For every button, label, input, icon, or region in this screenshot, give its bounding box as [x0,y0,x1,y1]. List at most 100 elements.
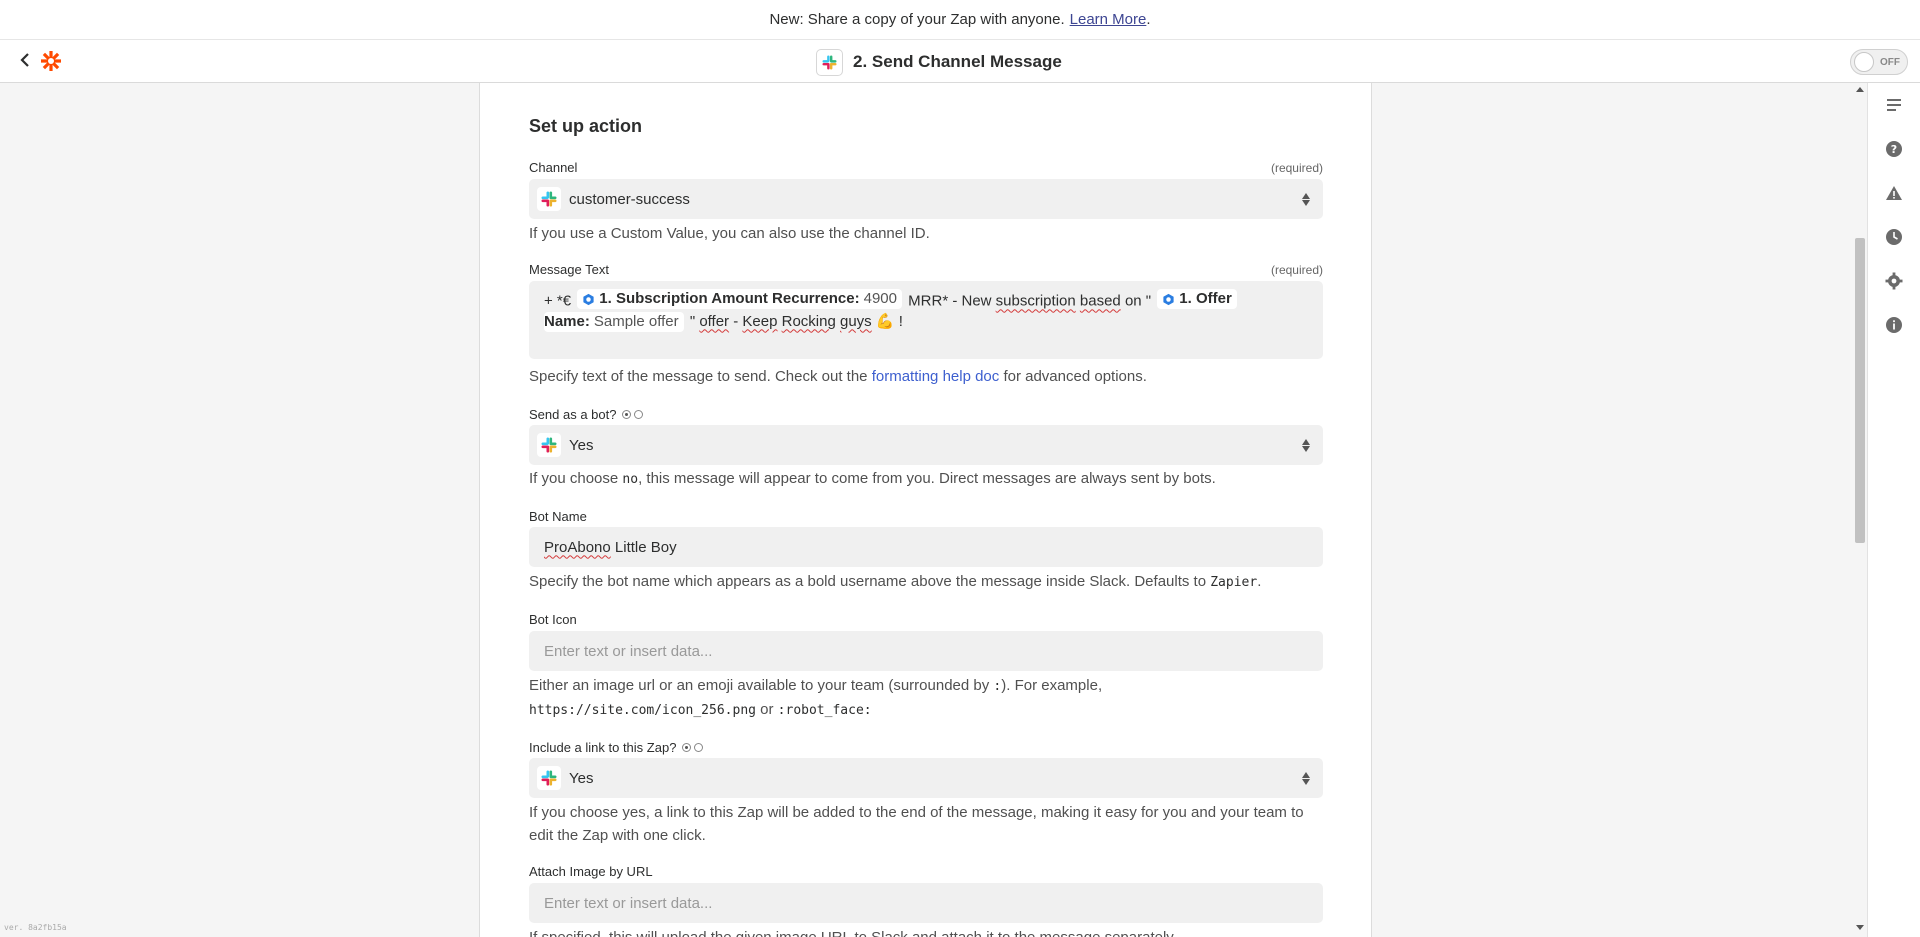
bot-name-value: Little Boy [614,538,677,556]
bot-icon-label-text: Bot Icon [529,612,577,627]
notes-icon[interactable] [1882,93,1906,117]
attach-image-input[interactable]: Enter text or insert data... [529,883,1323,923]
bot-name-label-text: Bot Name [529,509,587,524]
data-pill-offer-name[interactable]: 1. Offer [1157,289,1237,309]
warning-icon[interactable] [1882,181,1906,205]
bot-icon-label: Bot Icon [529,612,577,627]
message-text-prefix: + *€ [544,292,572,310]
boolean-radio-icon[interactable] [682,743,704,752]
data-pill-subscription-amount[interactable]: 1. Subscription Amount Recurrence: 4900 [577,289,902,309]
formatting-help-link[interactable]: formatting help doc [872,368,1000,385]
send-as-bot-select[interactable]: Yes [529,425,1323,465]
back-chevron-icon[interactable] [20,52,34,70]
message-text-word: offer [699,312,730,330]
message-text-label: Message Text [529,262,609,277]
pill1-value: 4900 [863,290,897,307]
send-as-bot-help: If you choose no, this message will appe… [529,467,1323,491]
message-text-input[interactable]: + *€ 1. Subscription Amount Recurrence: … [529,281,1323,359]
step-title-text: 2. Send Channel Message [853,52,1062,71]
step-title: 2. Send Channel Message [816,48,1062,76]
toggle-label: OFF [1880,56,1900,68]
help-text: Either an image url or an emoji availabl… [529,677,990,694]
required-tag: (required) [1270,161,1323,175]
version-label: ver. 8a2fb15a [4,923,67,932]
help-text: , this message will appear to come from … [638,470,1216,487]
boolean-radio-icon[interactable] [622,410,644,419]
bot-icon-help: Either an image url or an emoji availabl… [529,674,1323,722]
bot-name-label: Bot Name [529,509,587,524]
message-text-word: based [1079,292,1121,310]
help-code: :robot_face: [777,703,872,718]
right-sidebar: ? [1867,83,1920,937]
help-text: or [760,701,774,718]
bot-icon-input[interactable]: Enter text or insert data... [529,631,1323,671]
data-source-icon [583,293,594,305]
top-bar: 2. Send Channel Message OFF [0,40,1920,83]
scroll-up-arrow-icon[interactable] [1856,87,1864,92]
message-text-label-text: Message Text [529,262,609,277]
data-source-icon [1163,293,1174,305]
message-text-mid2: on " [1124,292,1152,310]
help-code: no [622,472,639,487]
help-code: Zapier [1210,575,1258,590]
slack-icon [537,766,561,790]
channel-help: If you use a Custom Value, you can also … [529,225,930,242]
pill2-value: Sample offer [593,312,679,330]
slack-icon [537,433,561,457]
announcement-suffix: . [1146,11,1151,28]
learn-more-link[interactable]: Learn More [1070,11,1147,28]
help-icon[interactable]: ? [1882,137,1906,161]
send-as-bot-value: Yes [569,436,594,454]
select-arrows-icon [1301,190,1311,208]
history-icon[interactable] [1882,225,1906,249]
bot-name-value: ProAbono [544,538,611,556]
bot-name-input[interactable]: ProAbono Little Boy [529,527,1323,567]
pill2-key: 1. Offer [1179,290,1232,307]
svg-text:?: ? [1891,143,1897,156]
help-code: https://site.com/icon_256.png [529,703,756,718]
settings-gear-icon[interactable] [1882,269,1906,293]
message-text-help: Specify text of the message to send. Che… [529,365,1323,388]
required-tag: (required) [1270,263,1323,277]
message-text-word: subscription [995,292,1076,310]
channel-label: Channel [529,160,577,175]
attach-image-label-text: Attach Image by URL [529,864,653,879]
send-as-bot-label-text: Send as a bot? [529,407,617,422]
zap-on-off-toggle[interactable]: OFF [1850,49,1908,75]
send-as-bot-label: Send as a bot? [529,407,644,422]
toggle-knob [1854,52,1874,72]
include-link-value: Yes [569,769,594,787]
help-text: . [1257,573,1262,590]
pill1-key: 1. Subscription Amount Recurrence: [599,290,860,307]
message-text-bang: ! [898,312,903,330]
scroll-down-arrow-icon[interactable] [1856,925,1864,930]
attach-image-label: Attach Image by URL [529,864,653,879]
select-arrows-icon [1301,769,1311,787]
message-text-dash: - [733,312,739,330]
info-icon[interactable] [1882,313,1906,337]
slack-icon [537,187,561,211]
bot-name-help: Specify the bot name which appears as a … [529,570,1323,594]
announcement-bar: New: Share a copy of your Zap with anyon… [0,0,1920,40]
pill2-key-line2: Name: [544,312,590,330]
section-title: Set up action [529,116,643,136]
help-text: Specify text of the message to send. Che… [529,368,868,385]
message-text-mid1: MRR* - New [908,292,992,310]
scrollbar-thumb[interactable] [1855,238,1865,543]
channel-value: customer-success [569,190,690,208]
slack-icon [816,48,843,76]
help-text: Specify the bot name which appears as a … [529,573,1207,590]
action-setup-card: Set up action Channel (required) custome… [479,83,1372,937]
help-text: ). For example, [1001,677,1103,694]
announcement-text: New: Share a copy of your Zap with anyon… [769,11,1065,28]
include-link-select[interactable]: Yes [529,758,1323,798]
help-text: If you choose [529,470,619,487]
message-text-word: Keep [742,312,778,330]
flexed-biceps-emoji: 💪 [875,312,895,330]
include-link-label-text: Include a link to this Zap? [529,740,677,755]
data-pill-offer-name-cont[interactable]: Name: Sample offer [544,311,684,332]
channel-select[interactable]: customer-success [529,179,1323,219]
zapier-logo[interactable] [40,50,62,72]
message-text-word: guys [840,312,872,330]
select-arrows-icon [1301,436,1311,454]
